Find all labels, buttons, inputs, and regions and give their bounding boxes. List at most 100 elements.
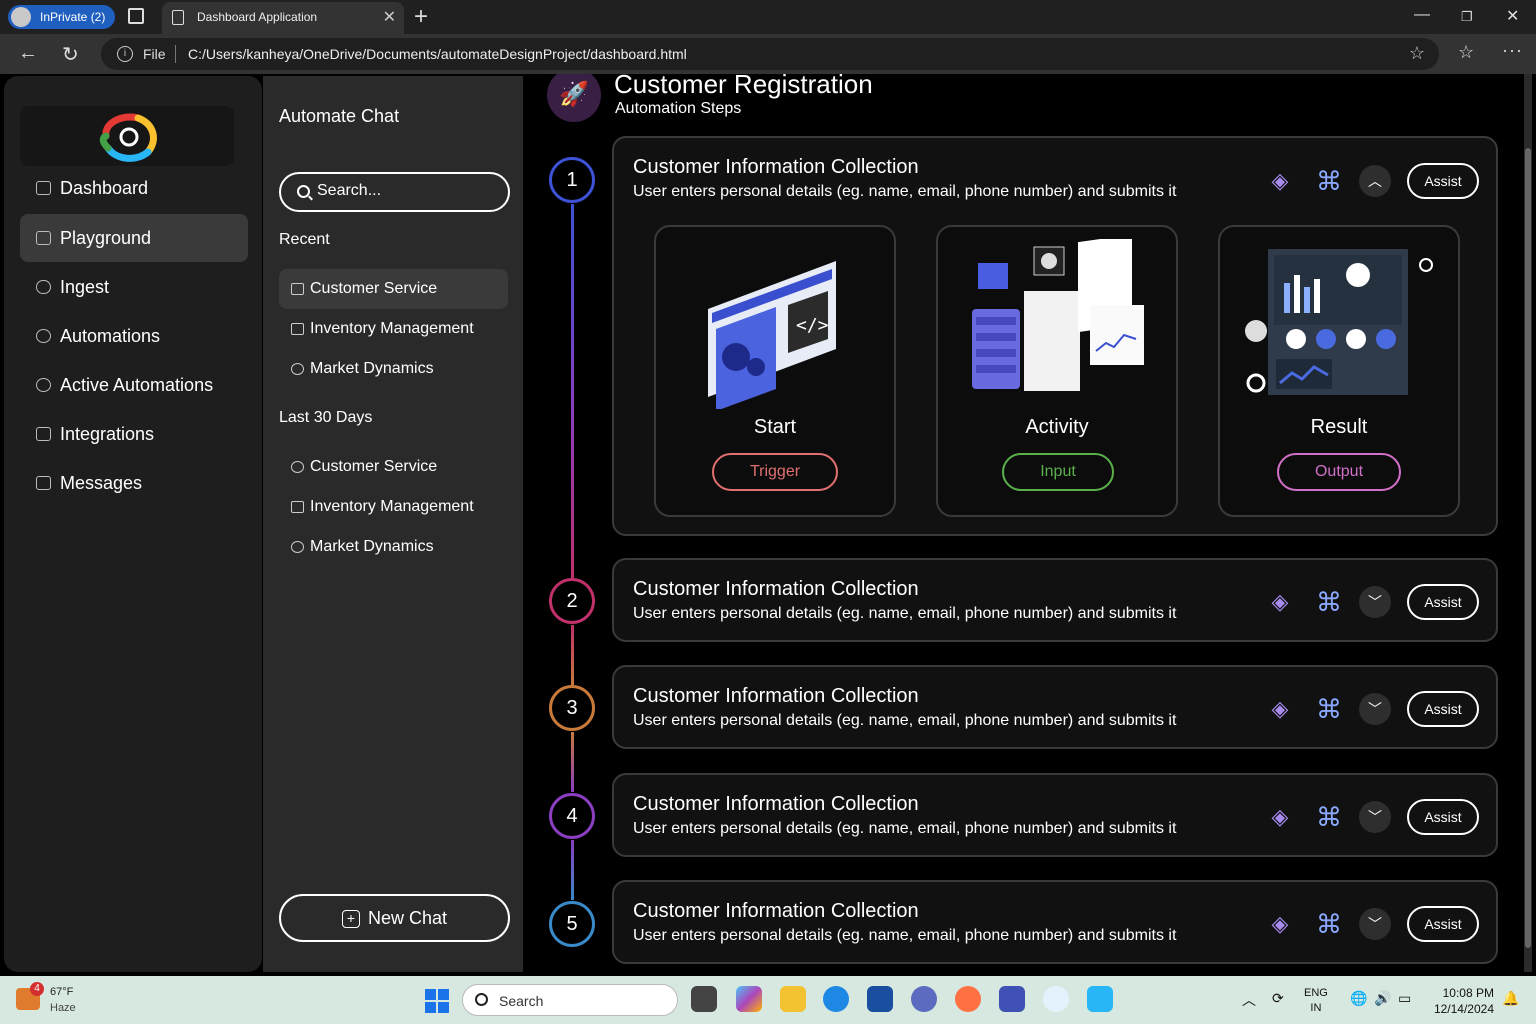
layers-icon[interactable]: ◈ bbox=[1268, 805, 1292, 829]
step-number: 4 bbox=[549, 793, 595, 839]
favorites-icon[interactable]: ☆ bbox=[1458, 42, 1474, 63]
language-indicator[interactable]: ENG IN bbox=[1304, 986, 1328, 1016]
plus-icon: + bbox=[341, 910, 360, 928]
output-button[interactable]: Output bbox=[1277, 453, 1401, 491]
scrollbar-thumb[interactable] bbox=[1525, 148, 1531, 948]
svg-text:</>: </> bbox=[796, 315, 829, 336]
nav-label: Integrations bbox=[60, 424, 155, 444]
notification-bell-icon[interactable]: 🔔 bbox=[1502, 990, 1519, 1007]
command-icon[interactable]: ⌘ bbox=[1316, 696, 1342, 722]
refresh-icon[interactable]: ↻ bbox=[62, 42, 79, 67]
history-chat-item[interactable]: Market Dynamics bbox=[279, 527, 508, 567]
command-icon[interactable]: ⌘ bbox=[1316, 911, 1342, 937]
chart-icon bbox=[36, 181, 51, 195]
assist-button[interactable]: Assist bbox=[1407, 584, 1479, 620]
notepad-icon[interactable] bbox=[999, 986, 1025, 1012]
favorite-star-icon[interactable]: ☆ bbox=[1409, 43, 1425, 64]
nav-dashboard[interactable]: Dashboard bbox=[20, 164, 248, 212]
browser-tab[interactable]: Dashboard Application ✕ bbox=[162, 2, 404, 34]
step-description: User enters personal details (eg. name, … bbox=[633, 820, 1177, 837]
history-chat-item[interactable]: Customer Service bbox=[279, 447, 508, 487]
window-close-icon[interactable]: ✕ bbox=[1506, 6, 1519, 26]
input-button[interactable]: Input bbox=[1002, 453, 1114, 491]
result-illustration bbox=[1245, 249, 1433, 395]
layers-icon[interactable]: ◈ bbox=[1268, 912, 1292, 936]
timeline-connector bbox=[571, 625, 574, 685]
windows-start-icon[interactable] bbox=[425, 989, 449, 1013]
command-icon[interactable]: ⌘ bbox=[1316, 804, 1342, 830]
step-card[interactable]: Customer Information Collection User ent… bbox=[612, 558, 1498, 642]
chevron-up-icon[interactable]: ︿ bbox=[1359, 165, 1391, 197]
nav-ingest[interactable]: Ingest bbox=[20, 263, 248, 311]
step-card[interactable]: Customer Information Collection User ent… bbox=[612, 773, 1498, 857]
nav-active-automations[interactable]: Active Automations bbox=[20, 361, 248, 409]
close-tab-icon[interactable]: ✕ bbox=[383, 7, 396, 27]
url-field[interactable]: i File C:/Users/kanheya/OneDrive/Documen… bbox=[101, 38, 1439, 70]
chat-search[interactable] bbox=[279, 172, 510, 212]
recent-chat-item[interactable]: Inventory Management bbox=[279, 309, 508, 349]
nav-messages[interactable]: Messages bbox=[20, 459, 248, 507]
activity-card: Activity Input bbox=[936, 225, 1178, 517]
app-icon[interactable] bbox=[1043, 986, 1069, 1012]
firefox-icon[interactable] bbox=[955, 986, 981, 1012]
page-scrollbar[interactable] bbox=[1524, 74, 1532, 972]
nav-label: Playground bbox=[60, 228, 152, 248]
minimize-icon[interactable]: — bbox=[1414, 6, 1430, 24]
nav-playground[interactable]: Playground bbox=[20, 214, 248, 262]
more-options-icon[interactable]: ··· bbox=[1502, 40, 1523, 61]
info-icon[interactable]: i bbox=[117, 46, 133, 62]
url-text[interactable]: C:/Users/kanheya/OneDrive/Documents/auto… bbox=[188, 46, 687, 62]
chevron-down-icon[interactable]: ﹀ bbox=[1359, 693, 1391, 725]
edge-browser-icon[interactable] bbox=[823, 986, 849, 1012]
last30-heading: Last 30 Days bbox=[279, 409, 373, 426]
step-card[interactable]: Customer Information Collection User ent… bbox=[612, 880, 1498, 964]
recent-chat-item[interactable]: Market Dynamics bbox=[279, 349, 508, 389]
layers-icon[interactable]: ◈ bbox=[1268, 697, 1292, 721]
trigger-button[interactable]: Trigger bbox=[712, 453, 838, 491]
search-input[interactable] bbox=[317, 182, 497, 200]
assist-button[interactable]: Assist bbox=[1407, 799, 1479, 835]
layers-icon[interactable]: ◈ bbox=[1268, 169, 1292, 193]
tab-title: Dashboard Application bbox=[197, 10, 318, 24]
clock[interactable]: 10:08 PM 12/14/2024 bbox=[1424, 985, 1494, 1017]
recent-chat-item[interactable]: Customer Service bbox=[279, 269, 508, 309]
chevron-down-icon[interactable]: ﹀ bbox=[1359, 801, 1391, 833]
new-tab-icon[interactable]: + bbox=[414, 3, 428, 31]
layers-icon[interactable]: ◈ bbox=[1268, 590, 1292, 614]
copilot-icon[interactable] bbox=[736, 986, 762, 1012]
step-number: 1 bbox=[549, 157, 595, 203]
step-card[interactable]: Customer Information Collection User ent… bbox=[612, 665, 1498, 749]
new-chat-button[interactable]: + New Chat bbox=[279, 894, 510, 942]
sync-icon[interactable]: ⟳ bbox=[1272, 990, 1284, 1007]
restore-icon[interactable]: ❐ bbox=[1461, 9, 1473, 25]
app-icon[interactable] bbox=[1087, 986, 1113, 1012]
file-explorer-icon[interactable] bbox=[780, 986, 806, 1012]
task-view-icon[interactable] bbox=[691, 986, 717, 1012]
assist-button[interactable]: Assist bbox=[1407, 906, 1479, 942]
command-icon[interactable]: ⌘ bbox=[1316, 589, 1342, 615]
command-icon[interactable]: ⌘ bbox=[1316, 168, 1342, 194]
volume-icon[interactable]: 🔊 bbox=[1374, 990, 1391, 1007]
back-arrow-icon[interactable]: ← bbox=[18, 42, 38, 65]
store-icon[interactable] bbox=[867, 986, 893, 1012]
nav-label: Messages bbox=[60, 473, 143, 493]
chevron-down-icon[interactable]: ﹀ bbox=[1359, 908, 1391, 940]
nav-automations[interactable]: Automations bbox=[20, 312, 248, 360]
tab-actions-icon[interactable] bbox=[128, 8, 144, 24]
history-chat-item[interactable]: Inventory Management bbox=[279, 487, 508, 527]
step-title: Customer Information Collection bbox=[633, 156, 919, 178]
app-icon[interactable] bbox=[911, 986, 937, 1012]
chevron-up-icon[interactable]: ︿ bbox=[1242, 990, 1256, 1010]
taskbar-search[interactable]: Search bbox=[462, 984, 678, 1016]
chevron-down-icon[interactable]: ﹀ bbox=[1359, 586, 1391, 618]
inprivate-badge[interactable]: InPrivate (2) bbox=[8, 5, 116, 29]
globe-icon[interactable]: 🌐 bbox=[1350, 990, 1367, 1007]
assist-button[interactable]: Assist bbox=[1407, 691, 1479, 727]
url-divider bbox=[175, 45, 176, 63]
cycle-icon bbox=[36, 378, 51, 392]
nav-integrations[interactable]: Integrations bbox=[20, 410, 248, 458]
battery-icon[interactable]: ▭ bbox=[1398, 990, 1411, 1007]
assist-button[interactable]: Assist bbox=[1407, 163, 1479, 199]
start-card: </> Start Trigger bbox=[654, 225, 896, 517]
globe-icon bbox=[291, 461, 304, 473]
